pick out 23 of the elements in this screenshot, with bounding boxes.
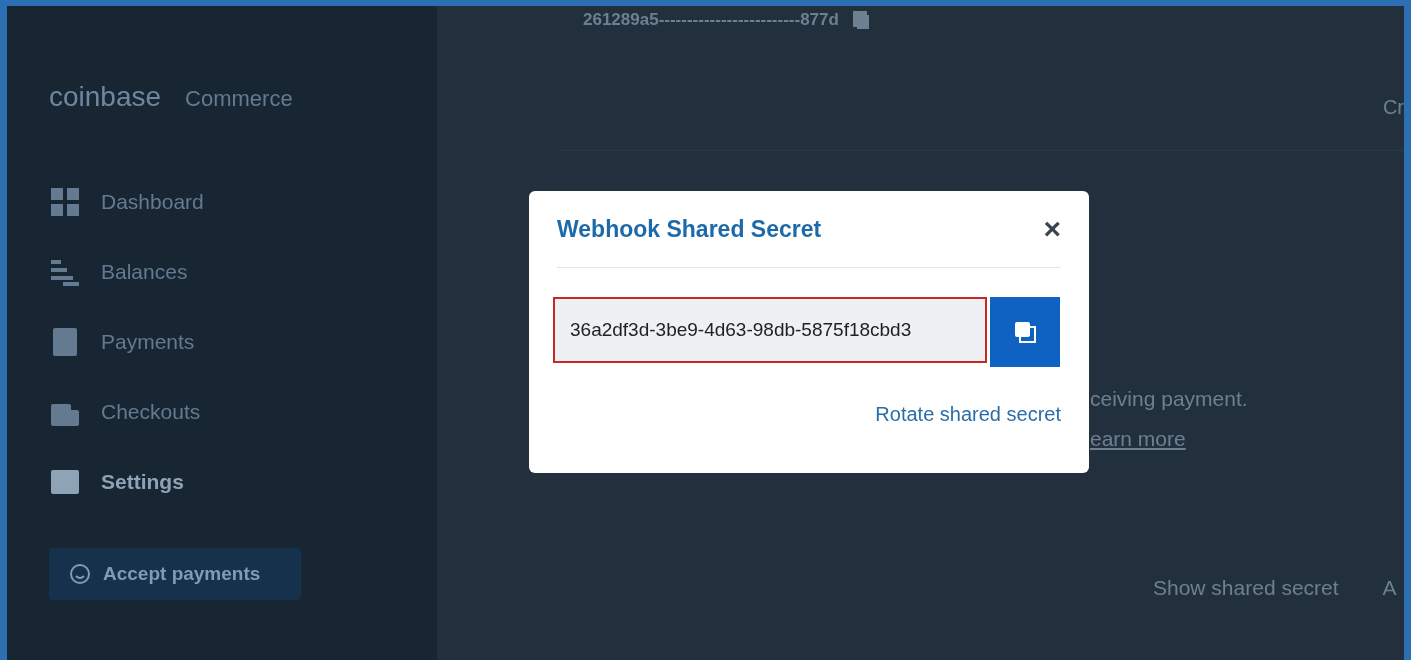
nav-item[interactable]: Dashboard xyxy=(49,186,437,218)
copy-button[interactable] xyxy=(990,297,1060,367)
description-text: ceiving payment. xyxy=(1090,386,1249,412)
learn-more-link[interactable]: earn more xyxy=(1090,422,1404,454)
rotate-secret-link[interactable]: Rotate shared secret xyxy=(875,399,1061,429)
copy-icon[interactable] xyxy=(850,9,871,31)
modal-title: Webhook Shared Secret xyxy=(557,214,822,244)
nav-item[interactable]: Balances xyxy=(49,256,437,288)
column-heading: Cr xyxy=(1382,95,1404,120)
secret-field[interactable]: 36a2df3d-3be9-4d63-98db-5875f18cbd3 xyxy=(553,297,987,363)
logo-wordmark: coinbase xyxy=(49,80,162,114)
close-button[interactable]: × xyxy=(1043,214,1061,244)
copy-icon xyxy=(1013,320,1037,344)
nav-item[interactable]: Settings xyxy=(49,466,437,498)
show-secret-link[interactable]: Show shared secret xyxy=(1153,572,1339,604)
nav-item[interactable]: Checkouts xyxy=(49,396,437,428)
api-key-text: 261289a5-------------------------877d xyxy=(583,9,839,32)
accept-payments-button[interactable]: Accept payments xyxy=(49,548,301,600)
smiley-icon xyxy=(69,563,91,585)
column-heading: A xyxy=(1382,575,1397,601)
grid-icon xyxy=(49,186,81,218)
product-name: Commerce xyxy=(185,85,293,113)
nav-item[interactable]: Payments xyxy=(49,326,437,358)
